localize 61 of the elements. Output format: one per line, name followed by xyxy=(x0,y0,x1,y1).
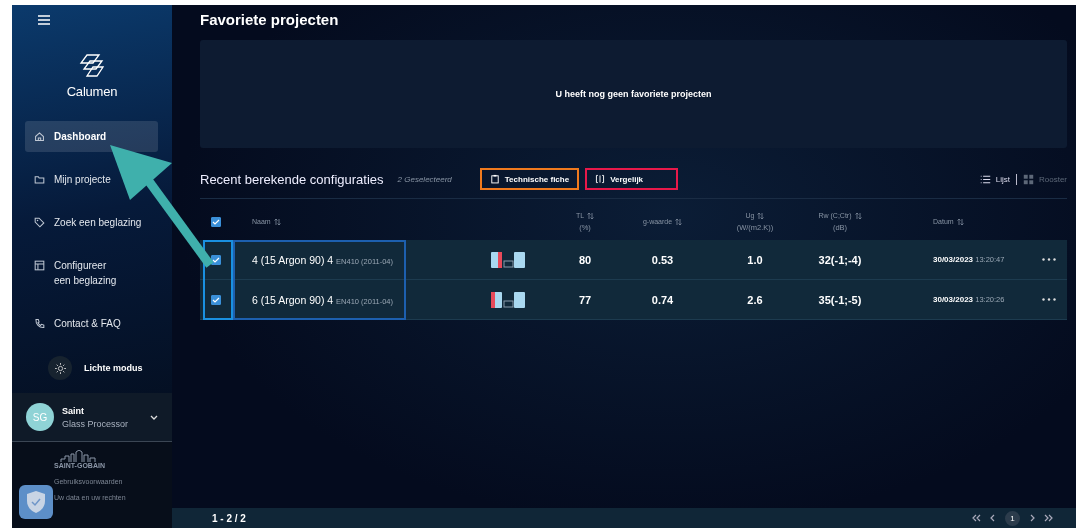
more-icon xyxy=(1041,258,1056,261)
first-page-icon xyxy=(971,514,981,522)
home-icon xyxy=(34,131,45,142)
sidebar-item[interactable]: Configureer een beglazing xyxy=(25,250,128,296)
sidebar-item[interactable]: Contact & FAQ xyxy=(25,308,130,339)
empty-message: U heeft nog geen favoriete projecten xyxy=(555,89,712,99)
sort-icon xyxy=(956,217,964,226)
action-button[interactable]: Vergelijk xyxy=(585,168,679,190)
sidebar-item[interactable]: Zoek een beglazing xyxy=(25,207,151,238)
user-name: Saint xyxy=(62,405,85,416)
first-page-button[interactable] xyxy=(971,514,981,522)
table-cell-text: 2.6 xyxy=(746,293,764,306)
theme-toggle-button[interactable] xyxy=(48,356,72,380)
page-button[interactable]: 1 xyxy=(1005,510,1020,526)
sun-icon xyxy=(54,362,66,374)
page-range: 1 - 2 / 2 xyxy=(212,512,246,524)
sort-icon xyxy=(757,211,765,220)
chevron-down-icon xyxy=(150,414,158,420)
table-cell-text: 0.74 xyxy=(650,293,675,306)
checkbox[interactable] xyxy=(211,294,221,305)
section-title: Recent berekende configuraties xyxy=(200,171,384,187)
avatar: SG xyxy=(26,403,54,431)
expand-button[interactable] xyxy=(150,414,158,420)
menu-icon xyxy=(38,15,50,25)
clipboard-icon xyxy=(489,174,500,184)
privacy-badge[interactable] xyxy=(19,485,53,519)
table-cell-text: 35(-1;-5) xyxy=(817,293,863,306)
columns-icon xyxy=(595,174,606,184)
table-cell-text: 80 xyxy=(577,253,593,266)
brand-name: Calumen xyxy=(66,83,118,99)
logo-icon xyxy=(79,53,105,78)
folder-icon xyxy=(34,174,45,185)
action-button[interactable]: Technische fiche xyxy=(479,168,580,190)
sort-icon xyxy=(675,217,683,226)
table-cell-text: 77 xyxy=(577,293,593,306)
menu-button[interactable] xyxy=(38,15,50,25)
user-role: Glass Processor xyxy=(62,418,130,429)
more-icon xyxy=(1041,298,1056,301)
sidebar-item[interactable]: Mijn projecte xyxy=(25,164,120,195)
theme-label: Lichte modus xyxy=(84,363,143,373)
table-cell-text: 1.0 xyxy=(746,253,764,266)
last-page-button[interactable] xyxy=(1044,514,1054,522)
selection-count: 2 Geselecteerd xyxy=(397,174,452,184)
phone-icon xyxy=(34,318,45,329)
sort-icon xyxy=(273,217,281,226)
checkbox[interactable] xyxy=(211,254,221,265)
view-toggle[interactable]: Lijst xyxy=(979,173,1010,185)
list-icon xyxy=(979,173,991,185)
checkbox[interactable] xyxy=(211,216,221,227)
last-page-icon xyxy=(1044,514,1054,522)
view-toggle[interactable]: Rooster xyxy=(1023,173,1067,185)
table-cell-text: 32(-1;-4) xyxy=(817,253,863,266)
sidebar-item[interactable]: Dashboard xyxy=(25,121,158,152)
grid-icon xyxy=(1023,173,1034,185)
table-cell-text: 0.53 xyxy=(650,253,675,266)
sort-icon xyxy=(587,211,595,220)
shield-icon xyxy=(26,490,46,514)
tag-icon xyxy=(34,217,45,228)
sort-icon xyxy=(854,211,862,220)
layout-icon xyxy=(34,260,45,271)
section-title: Favoriete projecten xyxy=(200,10,340,30)
